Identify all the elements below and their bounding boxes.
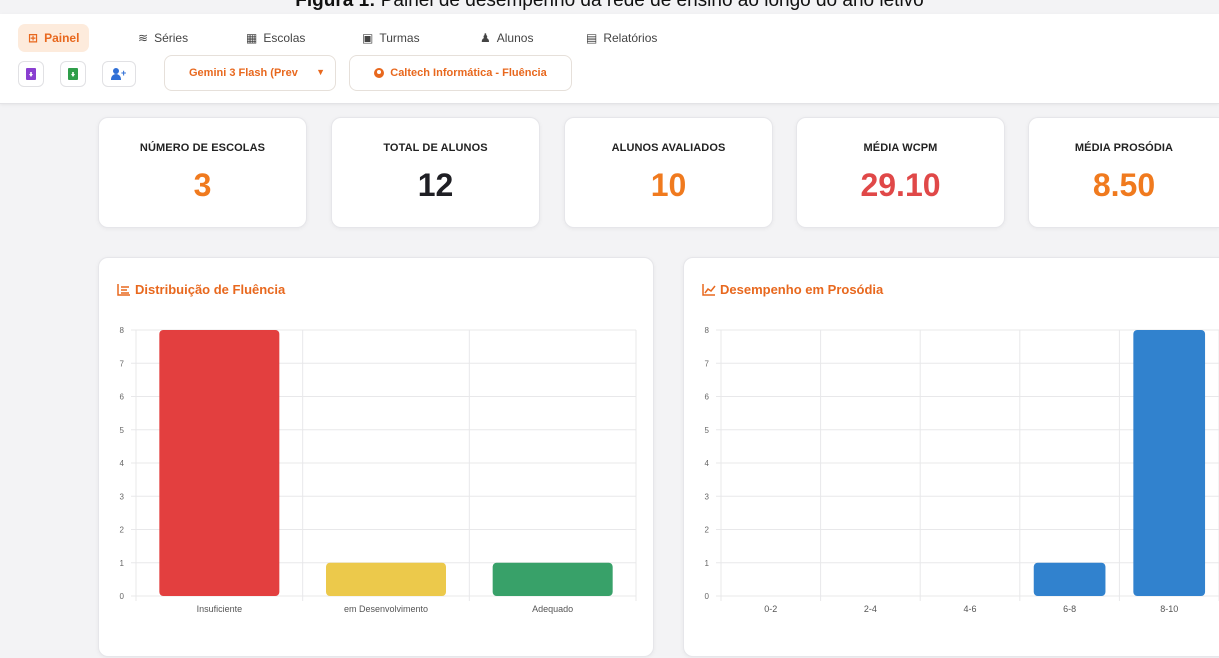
y-tick-label: 3	[120, 492, 125, 501]
y-tick-label: 4	[120, 459, 125, 468]
fluency-bar-chart: 0 1 2 3 4 5 6 7 8 Insuficiente em Desenvolvimento A…	[120, 326, 637, 614]
class-board-icon: ▣	[362, 31, 374, 45]
y-tick-label: 1	[705, 559, 710, 568]
top-navigation-bar: ⊞ Painel ≋ Séries ▦ Escolas ▣ Turmas ♟ A…	[0, 14, 1219, 104]
figure-caption: Figura 1: Painel de desempenho da rede d…	[295, 0, 924, 11]
stat-value: 8.50	[1092, 167, 1156, 203]
stat-label: TOTAL DE ALUNOS	[383, 142, 488, 154]
bar[interactable]	[159, 330, 280, 596]
nav-label: Alunos	[496, 31, 534, 45]
stat-label: MÉDIA PROSÓDIA	[1074, 142, 1174, 154]
nav-label: Relatórios	[603, 31, 658, 45]
bar[interactable]	[326, 562, 446, 596]
stat-label: NÚMERO DE ESCOLAS	[139, 142, 266, 154]
nav-label: Turmas	[379, 31, 420, 45]
fluency-chart-card: Distribuição de Fluência 0 1 2 3 4 5 6 7 8 Insufi…	[98, 257, 654, 657]
y-tick-label: 2	[705, 526, 710, 535]
stat-value: 10	[650, 167, 687, 203]
bar[interactable]	[1133, 330, 1206, 596]
stat-value: 12	[417, 167, 454, 203]
stat-card-escolas: NÚMERO DE ESCOLAS 3	[98, 117, 307, 228]
y-tick-label: 4	[705, 459, 710, 468]
layers-icon: ≋	[138, 31, 149, 45]
x-tick-label: Adequado	[532, 604, 573, 614]
nav-label: Painel	[44, 31, 80, 45]
export-pdf-button[interactable]	[18, 61, 44, 87]
bar[interactable]	[492, 562, 613, 596]
model-select-value: Gemini 3 Flash (Prev	[189, 67, 298, 79]
file-download-icon	[26, 68, 36, 80]
report-file-icon: ▤	[586, 31, 598, 45]
stat-card-total-alunos: TOTAL DE ALUNOS 12	[331, 117, 540, 228]
user-circle-icon	[374, 68, 385, 78]
x-tick-label: 8-10	[1160, 604, 1178, 614]
y-tick-label: 0	[705, 592, 710, 601]
y-tick-label: 3	[705, 492, 710, 501]
nav-relatorios[interactable]: ▤ Relatórios	[576, 24, 667, 52]
y-tick-label: 5	[705, 426, 710, 435]
x-tick-label: 0-2	[764, 604, 777, 614]
stat-value: 3	[193, 167, 212, 203]
y-tick-label: 2	[120, 526, 125, 535]
x-tick-label: 4-6	[963, 604, 976, 614]
x-tick-label: 2-4	[864, 604, 877, 614]
y-tick-label: 8	[705, 326, 710, 335]
x-tick-label: 6-8	[1063, 604, 1076, 614]
file-upload-icon	[68, 68, 78, 80]
stat-card-alunos-avaliados: ALUNOS AVALIADOS 10	[564, 117, 773, 228]
y-tick-label: 6	[705, 393, 710, 402]
stat-card-media-prosodia: MÉDIA PROSÓDIA 8.50	[1028, 117, 1219, 228]
add-user-button[interactable]: +	[102, 61, 136, 87]
prosody-chart-card: Desempenho em Prosódia 0 1 2 3 4 5 6 7 8 0-2 2-4 4-…	[683, 257, 1219, 657]
stat-value: 29.10	[860, 167, 941, 203]
x-tick-label: em Desenvolvimento	[344, 604, 428, 614]
nav-escolas[interactable]: ▦ Escolas	[236, 24, 315, 52]
student-icon: ♟	[480, 31, 491, 45]
stat-card-media-wcpm: MÉDIA WCPM 29.10	[796, 117, 1005, 228]
model-select[interactable]: Gemini 3 Flash (Prev ▼	[164, 55, 336, 91]
nav-label: Escolas	[263, 31, 306, 45]
x-tick-label: Insuficiente	[197, 604, 243, 614]
y-tick-label: 1	[120, 559, 125, 568]
y-tick-label: 6	[120, 393, 125, 402]
export-excel-button[interactable]	[60, 61, 86, 87]
nav-alunos[interactable]: ♟ Alunos	[470, 24, 543, 52]
prosody-bar-chart: 0 1 2 3 4 5 6 7 8 0-2 2-4 4-6 6-8 8-10	[705, 326, 1219, 614]
bar[interactable]	[1033, 562, 1106, 596]
school-icon: ▦	[246, 31, 258, 45]
y-tick-label: 7	[705, 359, 710, 368]
nav-turmas[interactable]: ▣ Turmas	[352, 24, 430, 52]
stat-label: MÉDIA WCPM	[863, 142, 938, 154]
grid-icon: ⊞	[28, 31, 39, 45]
y-tick-label: 7	[120, 359, 125, 368]
y-tick-label: 8	[120, 326, 125, 335]
y-tick-label: 0	[120, 592, 125, 601]
organization-label: Caltech Informática - Fluência	[390, 67, 547, 79]
organization-button[interactable]: Caltech Informática - Fluência	[349, 55, 572, 91]
chevron-down-icon: ▼	[316, 67, 325, 77]
stat-label: ALUNOS AVALIADOS	[611, 142, 726, 154]
nav-series[interactable]: ≋ Séries	[128, 24, 198, 52]
user-plus-icon: +	[111, 68, 127, 80]
nav-label: Séries	[154, 31, 189, 45]
nav-painel[interactable]: ⊞ Painel	[18, 24, 90, 52]
y-tick-label: 5	[120, 426, 125, 435]
